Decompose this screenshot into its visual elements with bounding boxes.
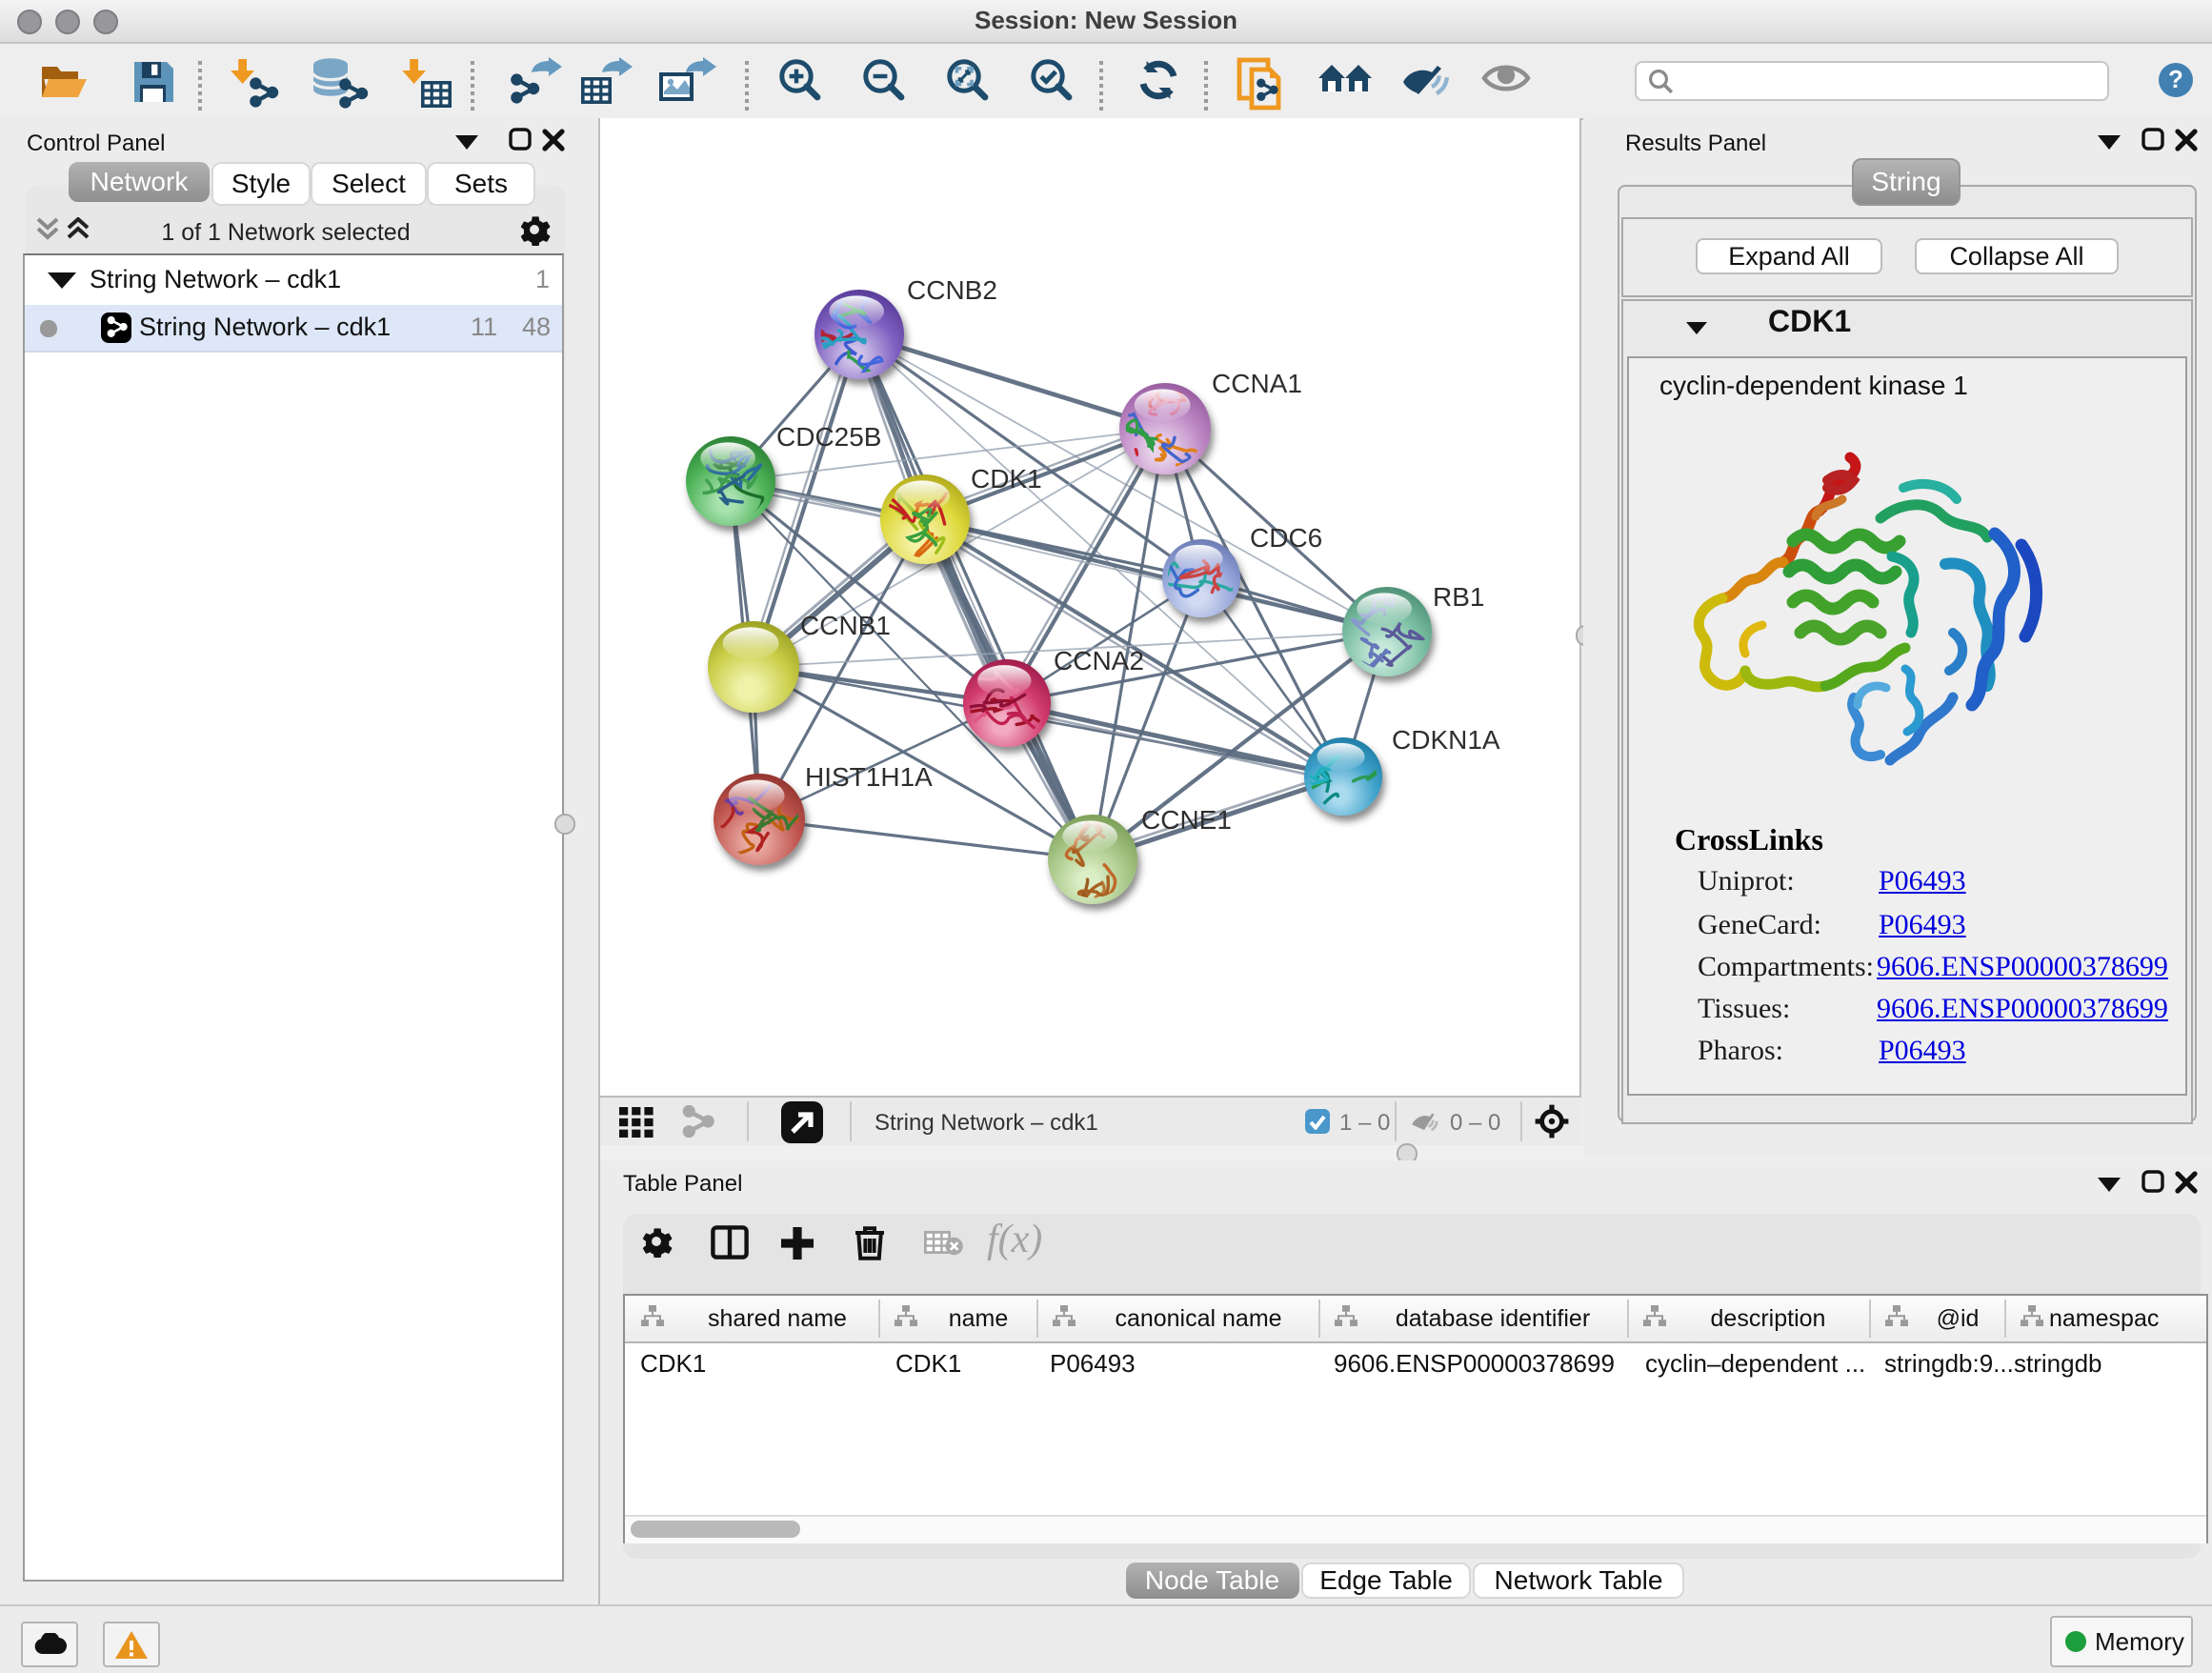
svg-text:CDC6: CDC6 bbox=[1249, 523, 1321, 553]
svg-text:CCNA1: CCNA1 bbox=[1211, 369, 1301, 398]
svg-text:CDC25B: CDC25B bbox=[775, 422, 880, 452]
svg-text:CCNB1: CCNB1 bbox=[799, 611, 890, 640]
svg-text:CDK1: CDK1 bbox=[970, 464, 1041, 494]
svg-text:CCNE1: CCNE1 bbox=[1140, 805, 1231, 835]
svg-text:CCNB2: CCNB2 bbox=[906, 275, 996, 305]
svg-text:HIST1H1A: HIST1H1A bbox=[804, 762, 932, 792]
svg-text:CCNA2: CCNA2 bbox=[1053, 646, 1143, 675]
svg-text:RB1: RB1 bbox=[1432, 582, 1483, 612]
svg-text:CDKN1A: CDKN1A bbox=[1391, 725, 1499, 755]
